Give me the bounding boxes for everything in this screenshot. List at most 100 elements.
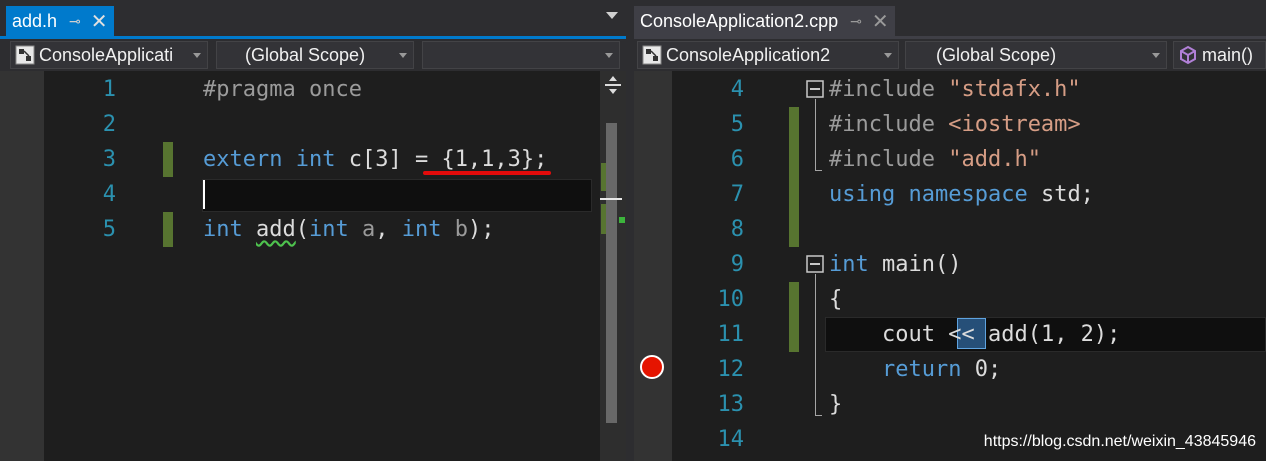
navigation-bar: ConsoleApplicati (Global Scope) [0,39,626,71]
code-token: main() [868,252,962,277]
navigation-bar: ConsoleApplication2 (Global Scope) main(… [634,39,1266,71]
member-combo-label: main() [1202,44,1254,65]
project-icon [642,45,662,65]
code-line[interactable]: 11 cout << add(1, 2); [634,317,1266,352]
code-line[interactable]: 5 #include <iostream> [634,107,1266,142]
code-token: std; [1027,182,1094,207]
code-line[interactable]: 9 int main() [634,247,1266,282]
code-token: <iostream> [948,112,1081,137]
text-cursor [203,180,205,209]
code-token: #include [829,77,949,102]
scope-combo-label: (Global Scope) [245,44,366,65]
code-token: 0; [961,357,1002,382]
member-combo[interactable] [422,41,620,69]
code-line[interactable]: 1 #pragma once [0,72,626,107]
tab-list-dropdown-icon[interactable] [606,12,618,19]
red-annotation-underline [423,171,551,175]
line-number: 13 [717,392,745,417]
scroll-position-indicator [600,198,622,200]
tab-label: ConsoleApplication2.cpp [640,10,839,31]
project-combo-label: ConsoleApplicati [39,44,174,65]
line-code: using namespace std; [829,177,1094,212]
project-combo[interactable]: ConsoleApplication2 [637,41,899,69]
line-code: } [829,387,842,422]
code-token: int [295,147,336,172]
code-token: extern [203,147,283,172]
line-code: return 0; [829,352,1001,387]
line-code: #include "stdafx.h" [829,72,1081,107]
scrollbar-thumb[interactable] [606,123,617,423]
left-tab-strip: add.h ⊸ ✕ [0,0,626,36]
pin-icon[interactable]: ⊸ [69,13,81,30]
code-token: } [829,392,843,417]
split-editor-icon[interactable] [604,75,622,95]
code-token: int [203,217,243,242]
chevron-down-icon [884,53,892,58]
code-line[interactable]: 5 int add(int a, int b); [0,212,626,247]
line-number: 11 [717,322,745,347]
code-line[interactable]: 13 } [634,387,1266,422]
code-line[interactable]: 2 [0,107,626,142]
code-token: "stdafx.h" [948,77,1081,102]
code-token: namespace [908,182,1028,207]
line-code: int main() [829,247,961,282]
tab-consoleapplication2-cpp[interactable]: ConsoleApplication2.cpp ⊸ ✕ [634,6,895,36]
vertical-scrollbar[interactable] [600,71,626,461]
code-line[interactable]: 4 [0,171,626,212]
code-line[interactable]: 6 #include "add.h" [634,142,1266,177]
code-token: a [348,217,376,242]
line-number: 1 [102,77,116,102]
line-number: 8 [730,217,744,242]
line-code: int add(int a, int b); [203,212,495,247]
pane-splitter[interactable] [626,0,634,461]
chevron-down-icon [193,53,201,58]
project-combo-label: ConsoleApplication2 [666,44,831,65]
code-token: add [256,217,296,242]
close-icon[interactable]: ✕ [872,9,889,34]
code-token: #include [829,147,949,172]
line-number: 4 [102,182,116,207]
code-token: int [309,217,349,242]
current-line-highlight [202,179,592,212]
chevron-down-icon [605,53,613,58]
line-code: #include "add.h" [829,142,1041,177]
code-token: c[3] = {1,1,3}; [335,147,548,172]
left-editor-pane: add.h ⊸ ✕ ConsoleApplicati (Global Scope… [0,0,626,461]
member-combo[interactable]: main() [1173,41,1266,69]
close-icon[interactable]: ✕ [91,9,108,34]
line-number: 5 [730,112,744,137]
code-line[interactable]: 7 using namespace std; [634,177,1266,212]
change-marker [163,212,173,247]
method-cube-icon [1180,45,1196,65]
code-line[interactable]: 12 return 0; [634,352,1266,387]
scope-combo[interactable]: (Global Scope) [905,41,1167,69]
line-number: 2 [102,112,116,137]
code-editor[interactable]: 1 #pragma once 2 3 extern int c[3] = {1,… [0,71,626,461]
code-token: return [881,357,962,382]
scope-combo[interactable]: (Global Scope) [216,41,414,69]
code-line[interactable]: 10 { [634,282,1266,317]
code-line[interactable]: 8 [634,212,1266,247]
line-number: 12 [717,357,745,382]
line-number: 4 [730,77,744,102]
line-number: 6 [730,147,744,172]
chevron-down-icon [1152,53,1160,58]
code-token: , [375,217,402,242]
code-token: ( [295,217,309,242]
code-token: #include [829,112,949,137]
code-editor[interactable]: 4 #include "stdafx.h" 5 #include <iostre… [634,71,1266,461]
code-token: { [829,287,843,312]
code-token: << [948,322,975,347]
line-number: 14 [717,427,745,452]
chevron-down-icon [399,53,407,58]
change-marker [163,142,173,177]
project-combo[interactable]: ConsoleApplicati [10,41,208,69]
change-map-marker [601,204,606,234]
tab-label: add.h [12,10,58,31]
tab-add-h[interactable]: add.h ⊸ ✕ [6,6,114,36]
code-line[interactable]: 4 #include "stdafx.h" [634,72,1266,107]
pin-icon[interactable]: ⊸ [850,13,862,30]
right-editor-pane: ConsoleApplication2.cpp ⊸ ✕ ConsoleAppli… [634,0,1266,461]
